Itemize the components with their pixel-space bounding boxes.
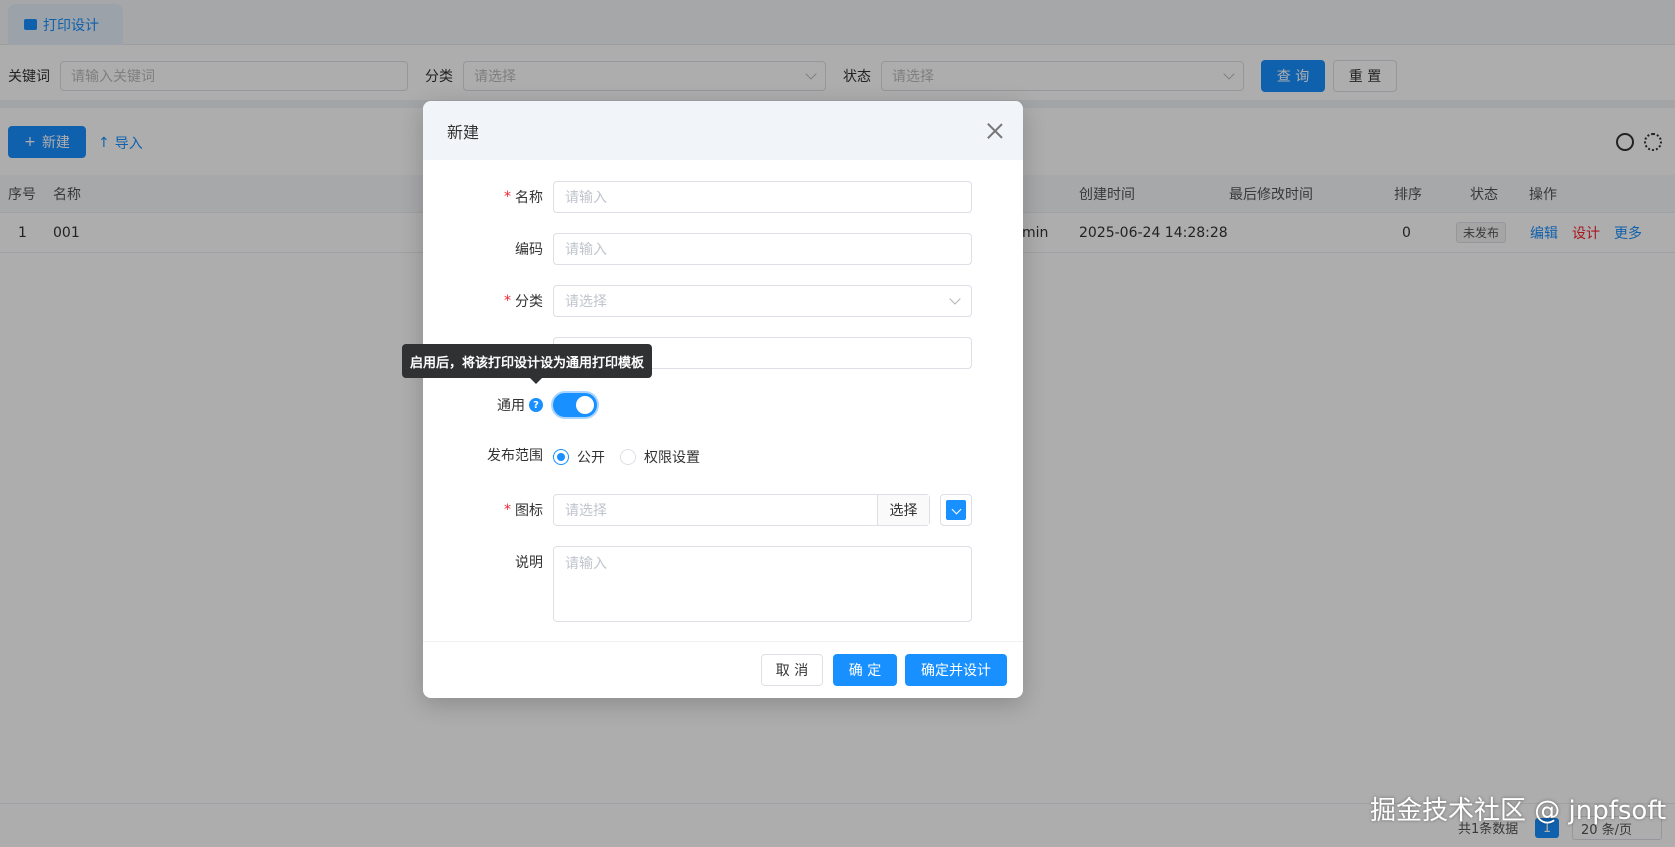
- icon-label-text: 图标: [515, 503, 543, 519]
- dialog-title: 新建: [447, 122, 480, 142]
- ok-and-design-button[interactable]: 确定并设计: [905, 654, 1007, 686]
- required-mark: *: [504, 502, 511, 518]
- new-dialog: 新建 * 名称 请输入 编码 请输入 * 分类 请选择 通用 ? 发布范围 公开: [423, 101, 1023, 698]
- color-picker[interactable]: [940, 494, 972, 526]
- code-label-text: 编码: [515, 242, 543, 258]
- name-placeholder: 请输入: [565, 190, 607, 206]
- dialog-header: 新建: [423, 101, 1023, 160]
- watermark: 掘金技术社区 @ jnpfsoft: [1370, 796, 1667, 826]
- checkmark-icon: [946, 500, 966, 520]
- icon-input[interactable]: 请选择: [554, 495, 877, 525]
- ok-button[interactable]: 确 定: [833, 654, 897, 686]
- category-select[interactable]: 请选择: [553, 285, 972, 317]
- name-label: * 名称: [423, 181, 543, 213]
- radio-unchecked-icon: [620, 449, 636, 465]
- dialog-footer: 取 消 确 定 确定并设计: [423, 641, 1023, 698]
- icon-select-button[interactable]: 选择: [877, 495, 929, 525]
- desc-label-text: 说明: [515, 555, 543, 571]
- required-mark: *: [504, 293, 511, 309]
- common-label-text: 通用: [497, 398, 525, 414]
- radio-checked-icon: [553, 449, 569, 465]
- common-switch[interactable]: [553, 393, 597, 417]
- common-label: 通用 ?: [423, 393, 543, 417]
- desc-textarea[interactable]: 请输入: [553, 546, 972, 622]
- desc-label: 说明: [423, 546, 543, 578]
- icon-label: * 图标: [423, 494, 543, 526]
- code-input[interactable]: 请输入: [553, 233, 972, 265]
- cancel-button[interactable]: 取 消: [761, 654, 823, 686]
- help-icon[interactable]: ?: [529, 398, 543, 412]
- scope-radio-permission[interactable]: 权限设置: [620, 447, 700, 467]
- scope-option-public: 公开: [577, 450, 605, 466]
- name-input[interactable]: 请输入: [553, 181, 972, 213]
- scope-label: 发布范围: [423, 447, 543, 464]
- chevron-down-icon: [949, 293, 961, 305]
- scope-option-permission: 权限设置: [644, 450, 700, 466]
- close-icon[interactable]: [987, 123, 1003, 139]
- name-label-text: 名称: [515, 190, 543, 206]
- code-placeholder: 请输入: [565, 242, 607, 258]
- desc-placeholder: 请输入: [565, 556, 607, 572]
- scope-label-text: 发布范围: [487, 448, 543, 464]
- switch-knob: [576, 396, 594, 414]
- category-label: * 分类: [423, 285, 543, 317]
- category-placeholder: 请选择: [565, 294, 607, 310]
- icon-picker: 请选择 选择: [553, 494, 930, 526]
- scope-radio-public[interactable]: 公开: [553, 447, 605, 467]
- common-tooltip: 启用后，将该打印设计设为通用打印模板: [402, 344, 653, 384]
- code-label: 编码: [423, 233, 543, 265]
- category-label-text: 分类: [515, 294, 543, 310]
- required-mark: *: [504, 189, 511, 205]
